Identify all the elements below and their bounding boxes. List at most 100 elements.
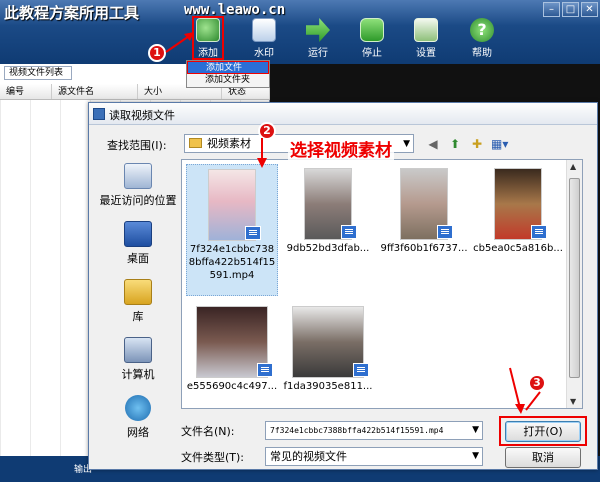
col-number[interactable]: 编号 xyxy=(0,84,52,99)
video-file-icon xyxy=(353,363,369,377)
video-file-icon xyxy=(245,226,261,240)
computer-icon xyxy=(124,337,152,363)
new-folder-icon[interactable]: ✚ xyxy=(469,136,485,152)
look-in-label: 查找范围(I): xyxy=(107,139,167,152)
network-globe-icon xyxy=(125,395,151,421)
file-tile[interactable]: 7f324e1cbbc7388bffa422b514f15591.mp4 xyxy=(186,164,278,296)
video-file-icon xyxy=(341,225,357,239)
place-network-label: 网络 xyxy=(127,426,149,439)
chevron-down-icon: ▼ xyxy=(472,451,479,461)
dialog-titlebar: 读取视频文件 xyxy=(89,103,597,125)
video-thumbnail xyxy=(400,168,453,240)
minimize-button[interactable]: – xyxy=(543,2,560,17)
stop-label: 停止 xyxy=(362,48,382,59)
settings-icon xyxy=(414,18,438,42)
video-thumbnail xyxy=(292,306,369,378)
col-source-name[interactable]: 源文件名 xyxy=(52,84,138,99)
file-name-value: 7f324e1cbbc7388bffa422b514f15591.mp4 xyxy=(270,426,444,435)
up-folder-icon[interactable]: ⬆ xyxy=(447,136,463,152)
file-tile[interactable]: 9db52bd3dfab... xyxy=(282,164,374,255)
folder-icon xyxy=(189,138,202,148)
step-badge-1: 1 xyxy=(148,44,166,62)
file-name: e555690c4c497... xyxy=(186,381,278,392)
view-menu-icon[interactable]: ▦▾ xyxy=(491,136,508,152)
library-icon xyxy=(124,279,152,305)
menu-item-add-folder[interactable]: 添加文件夹 xyxy=(187,74,269,87)
recent-places-icon xyxy=(124,163,152,189)
place-library[interactable]: 库 xyxy=(97,279,179,335)
watermark-button[interactable]: 水印 xyxy=(244,18,284,59)
file-type-label: 文件类型(T): xyxy=(181,451,245,464)
file-name: f1da39035e811... xyxy=(283,381,373,392)
run-arrow-icon xyxy=(306,18,330,42)
file-tile[interactable]: 9ff3f60b1f6737... xyxy=(378,164,470,255)
settings-label: 设置 xyxy=(416,48,436,59)
dialog-app-icon xyxy=(93,108,105,120)
app-window: 此教程方案所用工具 www.leawo.cn – □ ✕ 添加 水印 运行 停止… xyxy=(0,0,600,482)
app-title: 此教程方案所用工具 xyxy=(4,4,140,22)
video-thumbnail xyxy=(196,306,273,378)
settings-button[interactable]: 设置 xyxy=(406,18,446,59)
run-label: 运行 xyxy=(308,48,328,59)
annotation-select-video: 选择视频素材 xyxy=(288,136,394,161)
file-name: 9db52bd3dfab... xyxy=(286,243,370,254)
step-badge-3: 3 xyxy=(528,374,546,392)
file-tile[interactable]: cb5ea0c5a816b... xyxy=(472,164,564,255)
look-in-value: 视频素材 xyxy=(207,137,251,150)
video-thumbnail xyxy=(304,168,357,240)
file-name-input[interactable]: 7f324e1cbbc7388bffa422b514f15591.mp4 ▼ xyxy=(265,421,483,440)
chevron-down-icon[interactable]: ▼ xyxy=(472,422,479,439)
places-bar: 最近访问的位置 桌面 库 计算机 网络 xyxy=(97,161,179,439)
cancel-button[interactable]: 取消 xyxy=(505,447,581,468)
help-button[interactable]: ? 帮助 xyxy=(462,18,502,59)
video-file-icon xyxy=(257,363,273,377)
chevron-down-icon: ▼ xyxy=(403,139,410,149)
run-button[interactable]: 运行 xyxy=(298,18,338,59)
place-desktop[interactable]: 桌面 xyxy=(97,221,179,277)
scroll-up-icon[interactable]: ▲ xyxy=(570,162,576,171)
file-tile[interactable]: e555690c4c497... xyxy=(186,302,278,393)
step-badge-2: 2 xyxy=(258,122,276,140)
video-thumbnail xyxy=(494,168,547,240)
file-name: 9ff3f60b1f6737... xyxy=(380,243,468,254)
menu-item-add-file[interactable]: 添加文件 xyxy=(187,61,269,74)
open-button[interactable]: 打开(O) xyxy=(505,421,581,442)
close-button[interactable]: ✕ xyxy=(581,2,598,17)
place-desktop-label: 桌面 xyxy=(127,252,149,265)
desktop-icon xyxy=(124,221,152,247)
watermark-label: 水印 xyxy=(254,48,274,59)
dialog-nav-icons: ◀ ⬆ ✚ ▦▾ xyxy=(425,136,508,152)
scrollbar-thumb[interactable] xyxy=(569,178,580,378)
file-list-scrollbar[interactable]: ▲ ▼ xyxy=(566,160,582,408)
maximize-button[interactable]: □ xyxy=(562,2,579,17)
place-library-label: 库 xyxy=(132,310,144,323)
place-computer-label: 计算机 xyxy=(121,368,155,381)
scroll-down-icon[interactable]: ▼ xyxy=(570,397,576,406)
add-highlight-box xyxy=(192,16,224,60)
watermark-icon xyxy=(252,18,276,42)
file-name: cb5ea0c5a816b... xyxy=(473,243,563,254)
video-file-icon xyxy=(531,225,547,239)
place-computer[interactable]: 计算机 xyxy=(97,337,179,393)
file-name-label: 文件名(N): xyxy=(181,425,235,438)
title-toolbar-bar: 此教程方案所用工具 www.leawo.cn – □ ✕ 添加 水印 运行 停止… xyxy=(0,0,600,64)
video-file-icon xyxy=(437,225,453,239)
help-icon: ? xyxy=(470,18,494,42)
video-thumbnail xyxy=(208,169,261,241)
file-type-value: 常见的视频文件 xyxy=(270,450,347,463)
window-controls: – □ ✕ xyxy=(543,2,598,17)
stop-button[interactable]: 停止 xyxy=(352,18,392,59)
file-tile[interactable]: f1da39035e811... xyxy=(282,302,374,393)
file-type-select[interactable]: 常见的视频文件 ▼ xyxy=(265,447,483,466)
back-icon[interactable]: ◀ xyxy=(425,136,441,152)
tab-video-list[interactable]: 视频文件列表 xyxy=(4,66,72,80)
help-label: 帮助 xyxy=(472,48,492,59)
dialog-title: 读取视频文件 xyxy=(109,109,175,122)
stop-icon xyxy=(360,18,384,42)
place-network[interactable]: 网络 xyxy=(97,395,179,451)
place-recent[interactable]: 最近访问的位置 xyxy=(97,163,179,219)
file-list-view: 7f324e1cbbc7388bffa422b514f15591.mp4 9db… xyxy=(181,159,583,409)
file-name: 7f324e1cbbc7388bffa422b514f15591.mp4 xyxy=(188,244,276,281)
place-recent-label: 最近访问的位置 xyxy=(99,194,177,207)
add-dropdown-menu: 添加文件 添加文件夹 xyxy=(186,60,270,88)
